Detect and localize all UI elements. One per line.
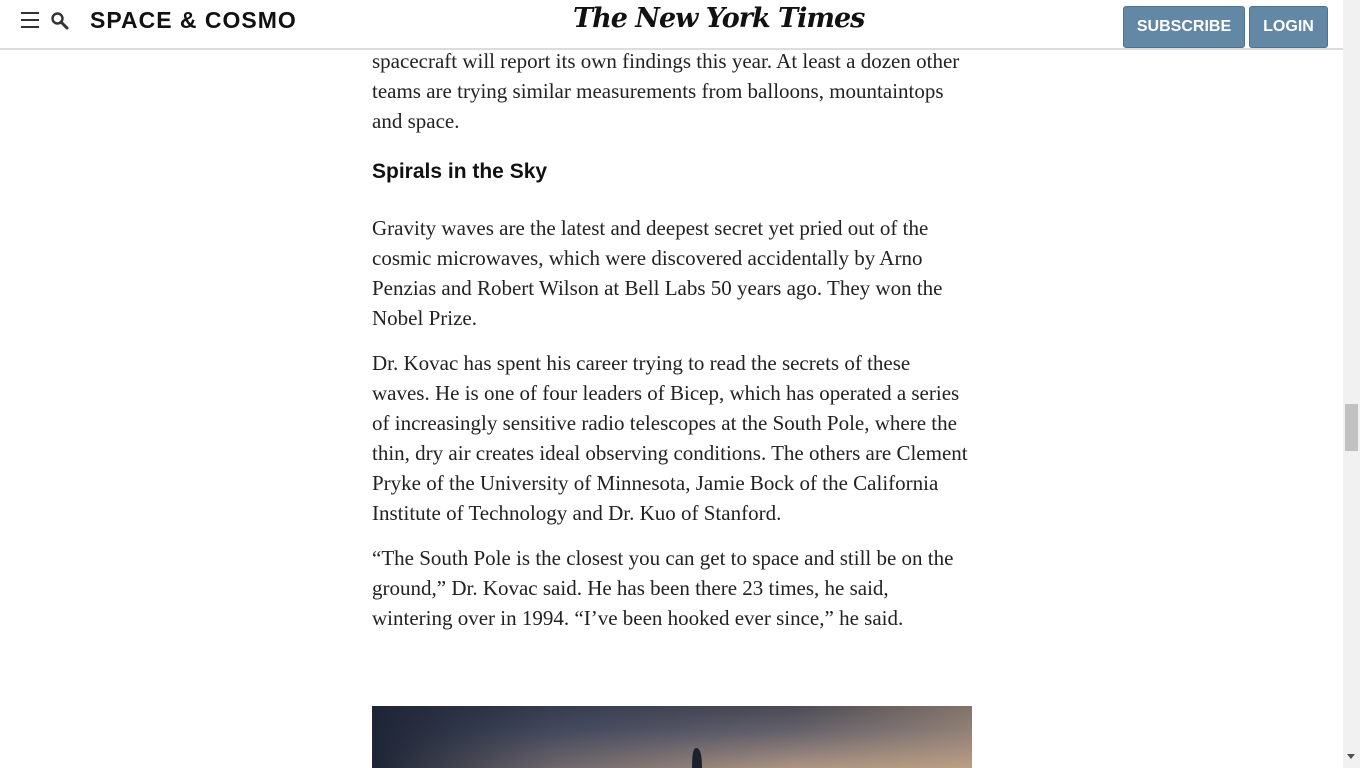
article-body: spacecraft will report its own findings … xyxy=(372,46,972,648)
photo-sky xyxy=(372,706,972,768)
login-button[interactable]: LOGIN xyxy=(1249,6,1328,48)
section-title[interactable]: SPACE & COSMO xyxy=(90,7,297,34)
article-subhead: Spirals in the Sky xyxy=(372,160,548,183)
scrollbar-thumb[interactable] xyxy=(1345,404,1358,451)
search-icon[interactable] xyxy=(50,11,70,31)
subscribe-button[interactable]: SUBSCRIBE xyxy=(1123,6,1245,48)
article-paragraph: spacecraft will report its own findings … xyxy=(372,49,960,133)
scroll-down-arrow-icon[interactable] xyxy=(1347,754,1355,759)
article-photo xyxy=(372,706,972,768)
hamburger-menu-icon[interactable] xyxy=(21,12,39,28)
article-paragraph: Dr. Kovac has spent his career trying to… xyxy=(372,351,968,525)
telescope-silhouette-icon xyxy=(692,748,702,768)
article-paragraph: Gravity waves are the latest and deepest… xyxy=(372,216,943,330)
top-header: SPACE & COSMO The New York Times SUBSCRI… xyxy=(0,0,1343,50)
nyt-logo[interactable]: The New York Times xyxy=(573,3,865,34)
article-paragraph: “The South Pole is the closest you can g… xyxy=(372,546,954,630)
page-scrollbar[interactable] xyxy=(1343,0,1360,768)
